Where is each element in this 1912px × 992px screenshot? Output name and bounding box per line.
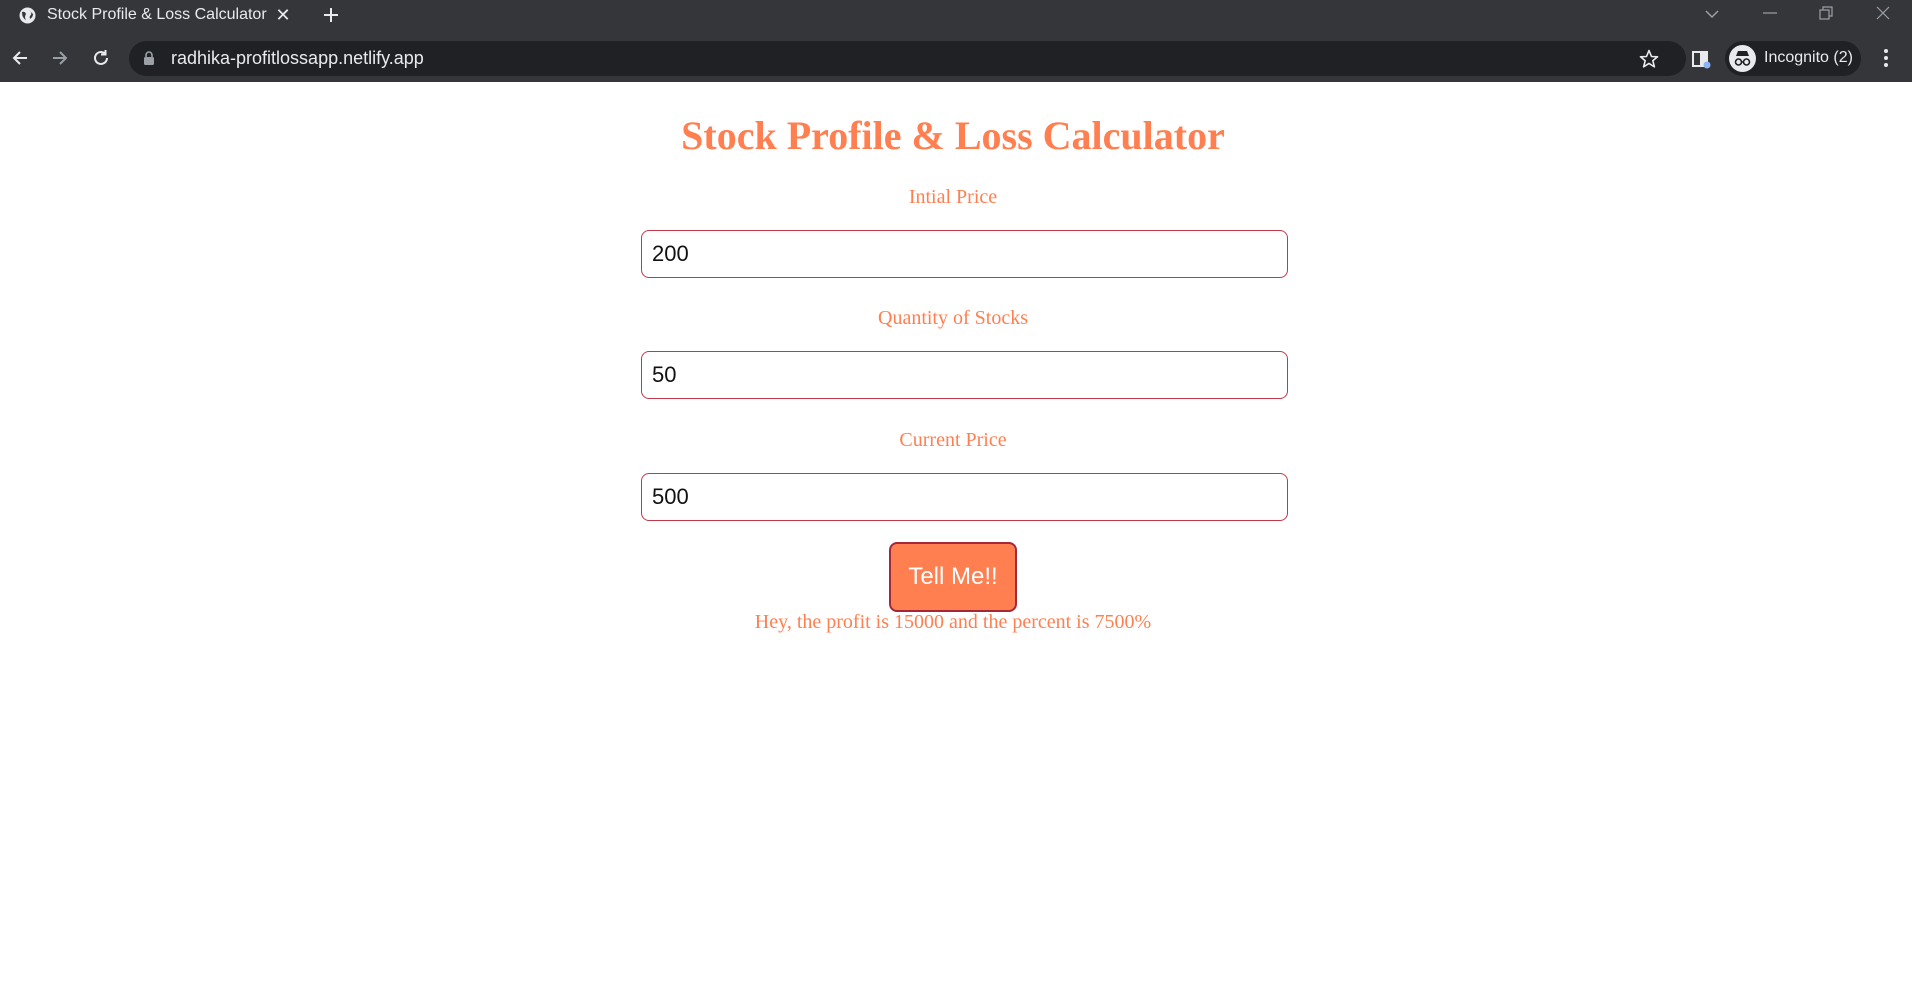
result-message: Hey, the profit is 15000 and the percent…	[754, 611, 1152, 633]
lock-icon[interactable]	[143, 51, 155, 66]
url-text[interactable]: radhika-profitlossapp.netlify.app	[171, 48, 424, 69]
close-tab-icon[interactable]: ✕	[274, 6, 292, 24]
current-price-input[interactable]: 500	[641, 473, 1288, 521]
new-tab-icon[interactable]	[320, 4, 342, 26]
quantity-label: Quantity of Stocks	[878, 307, 1028, 329]
kebab-menu-icon[interactable]	[1875, 47, 1897, 69]
bookmark-star-icon[interactable]	[1638, 48, 1660, 70]
tab-search-icon[interactable]	[1700, 3, 1724, 25]
initial-price-label: Intial Price	[908, 186, 998, 208]
tab-strip: Stock Profile & Loss Calculator ✕	[0, 0, 1912, 30]
quantity-input[interactable]: 50	[641, 351, 1288, 399]
page-content: Stock Profile & Loss Calculator Intial P…	[0, 82, 1912, 992]
tab-title: Stock Profile & Loss Calculator	[47, 6, 267, 23]
incognito-indicator[interactable]: Incognito (2)	[1725, 41, 1861, 76]
restore-icon[interactable]	[1814, 3, 1838, 25]
initial-price-input[interactable]: 200	[641, 230, 1288, 278]
page-title: Stock Profile & Loss Calculator	[681, 113, 1225, 158]
forward-icon[interactable]	[49, 47, 71, 69]
address-bar[interactable]: radhika-profitlossapp.netlify.app	[129, 41, 1686, 76]
reading-list-icon[interactable]	[1690, 48, 1712, 70]
tell-me-button[interactable]: Tell Me!!	[889, 542, 1017, 612]
reload-icon[interactable]	[90, 47, 112, 69]
close-window-icon[interactable]	[1871, 3, 1895, 25]
minimize-icon[interactable]	[1758, 3, 1782, 25]
browser-tab[interactable]: Stock Profile & Loss Calculator ✕	[0, 0, 300, 30]
globe-icon	[19, 7, 36, 24]
incognito-label: Incognito (2)	[1764, 49, 1853, 66]
back-icon[interactable]	[9, 47, 31, 69]
incognito-icon	[1729, 45, 1756, 72]
current-price-label: Current Price	[899, 429, 1007, 451]
